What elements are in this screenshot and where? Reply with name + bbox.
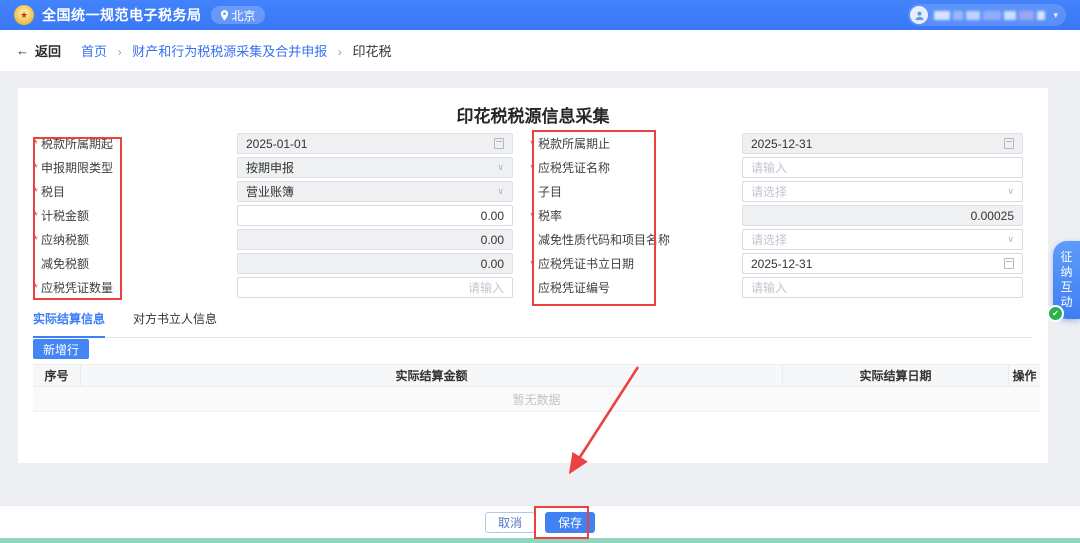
caret-down-icon: ▾: [1053, 10, 1058, 21]
voucher-number-input[interactable]: 请输入: [742, 277, 1023, 298]
tax-rate-field: 0.00025: [742, 205, 1023, 226]
required-mark: *: [530, 209, 536, 223]
chevron-down-icon: ∨: [1007, 187, 1014, 196]
app-title: 全国统一规范电子税务局: [42, 5, 202, 25]
back-arrow-icon: ←: [16, 43, 29, 58]
page-title: 印花税税源信息采集: [18, 88, 1048, 127]
cancel-button[interactable]: 取消: [485, 512, 535, 533]
field-label-tax-rate: *税率: [530, 207, 742, 224]
user-name-redacted: [934, 11, 1045, 20]
detail-tabs: 实际结算信息 对方书立人信息: [33, 310, 1033, 338]
emblem-star: ★: [20, 11, 28, 20]
filing-deadline-type-select: 按期申报∨: [237, 157, 513, 178]
breadcrumb-home[interactable]: 首页: [81, 44, 107, 59]
voucher-signing-datepicker[interactable]: 2025-12-31: [742, 253, 1023, 274]
tax-period-start-datepicker: 2025-01-01: [237, 133, 513, 154]
field-label-taxable-amount: *计税金额: [33, 207, 237, 224]
top-bar: ★ 全国统一规范电子税务局 北京 ▾: [0, 0, 1080, 30]
location-label: 北京: [232, 7, 256, 24]
required-mark: *: [530, 161, 536, 175]
required-mark: *: [33, 137, 39, 151]
save-button[interactable]: 保存: [545, 512, 595, 533]
field-label-voucher-number: 应税凭证编号: [530, 279, 742, 296]
interaction-widget-label: 征纳互动: [1060, 250, 1073, 310]
calendar-icon: [1004, 138, 1014, 149]
field-label-tax-period-end: *税款所属期止: [530, 135, 742, 152]
field-label-tax-payable: *应纳税额: [33, 231, 237, 248]
table-empty-state: 暂无数据: [33, 387, 1040, 412]
field-label-tax-item: *税目: [33, 183, 237, 200]
interaction-widget-button[interactable]: 征纳互动 ✔: [1053, 241, 1080, 319]
taxable-amount-input[interactable]: 0.00: [237, 205, 513, 226]
required-mark: *: [33, 209, 39, 223]
voucher-quantity-input[interactable]: 请输入: [237, 277, 513, 298]
tax-payable-field: 0.00: [237, 229, 513, 250]
tax-period-end-datepicker: 2025-12-31: [742, 133, 1023, 154]
back-label: 返回: [35, 41, 61, 60]
calendar-icon: [494, 138, 504, 149]
stamp-tax-form-card: 印花税税源信息采集 *税款所属期起 2025-01-01 *税款所属期止 202…: [18, 88, 1048, 463]
add-row-button[interactable]: 新增行: [33, 339, 89, 359]
national-emblem-logo: ★: [14, 5, 34, 25]
breadcrumb-bar: ← 返回 首页 › 财产和行为税税源采集及合并申报 › 印花税: [0, 30, 1080, 71]
breadcrumb-current: 印花税: [353, 44, 392, 59]
column-header-actions: 操作: [1008, 365, 1040, 386]
reduction-code-select[interactable]: 请选择∨: [742, 229, 1023, 250]
sub-item-select[interactable]: 请选择∨: [742, 181, 1023, 202]
taxable-voucher-name-input[interactable]: 请输入: [742, 157, 1023, 178]
column-header-settlement-amount: 实际结算金额: [80, 365, 782, 386]
tax-source-form: *税款所属期起 2025-01-01 *税款所属期止 2025-12-31 *申…: [33, 133, 1040, 298]
field-label-filing-deadline-type: *申报期限类型: [33, 159, 237, 176]
field-label-reduction-code-name: 减免性质代码和项目名称: [530, 231, 742, 248]
user-avatar-icon: [910, 6, 928, 24]
location-pin-icon: [220, 10, 229, 21]
table-header-row: 序号 实际结算金额 实际结算日期 操作: [33, 365, 1040, 387]
required-mark: *: [33, 185, 39, 199]
field-label-taxable-voucher-name: *应税凭证名称: [530, 159, 742, 176]
field-label-tax-period-start: *税款所属期起: [33, 135, 237, 152]
breadcrumb-separator: ›: [118, 45, 122, 59]
settlement-table: 序号 实际结算金额 实际结算日期 操作 暂无数据: [33, 364, 1040, 412]
tax-item-select: 营业账簿∨: [237, 181, 513, 202]
required-mark: *: [33, 281, 39, 295]
footer-accent-strip: [0, 538, 1080, 543]
required-mark: *: [530, 137, 536, 151]
column-header-index: 序号: [33, 367, 80, 384]
required-mark: *: [530, 257, 536, 271]
chevron-down-icon: ∨: [497, 163, 504, 172]
tab-counterparty-info[interactable]: 对方书立人信息: [133, 310, 217, 337]
calendar-icon: [1004, 258, 1014, 269]
tab-actual-settlement-info[interactable]: 实际结算信息: [33, 310, 105, 338]
footer-action-bar: 取消 保存: [0, 505, 1080, 538]
required-mark: *: [33, 161, 39, 175]
back-button[interactable]: ← 返回: [16, 41, 61, 60]
field-label-reduced-tax: 减免税额: [33, 255, 237, 272]
reduced-tax-field: 0.00: [237, 253, 513, 274]
breadcrumb-separator: ›: [338, 45, 342, 59]
location-selector[interactable]: 北京: [211, 6, 265, 24]
chevron-down-icon: ∨: [497, 187, 504, 196]
breadcrumb: 首页 › 财产和行为税税源采集及合并申报 › 印花税: [81, 41, 392, 60]
field-label-sub-item: 子目: [530, 183, 742, 200]
column-header-settlement-date: 实际结算日期: [782, 365, 1008, 386]
field-label-voucher-quantity: *应税凭证数量: [33, 279, 237, 296]
required-mark: *: [33, 233, 39, 247]
interaction-check-icon: ✔: [1047, 305, 1064, 322]
breadcrumb-collection[interactable]: 财产和行为税税源采集及合并申报: [132, 44, 327, 59]
chevron-down-icon: ∨: [1007, 235, 1014, 244]
user-account-menu[interactable]: ▾: [908, 4, 1066, 26]
field-label-voucher-signing-date: *应税凭证书立日期: [530, 255, 742, 272]
